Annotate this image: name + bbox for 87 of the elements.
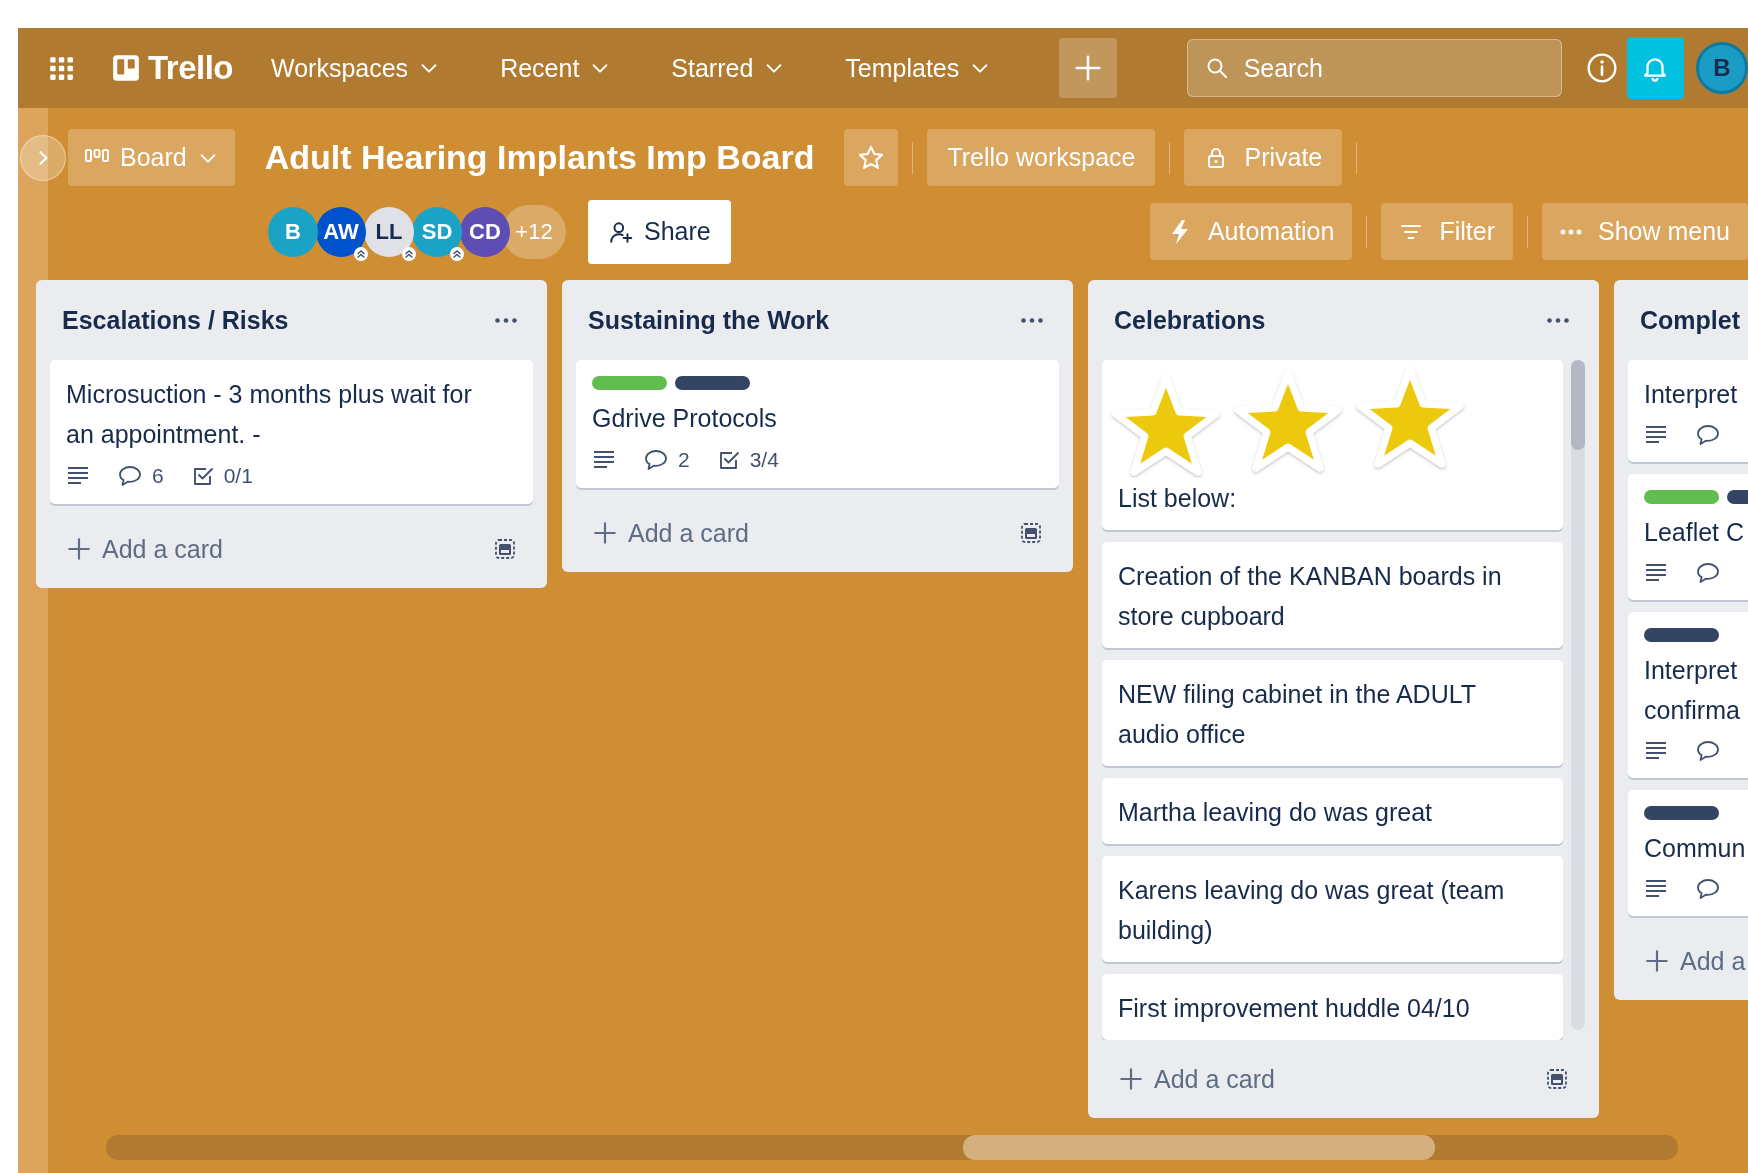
member-avatar[interactable]: CD — [460, 206, 510, 257]
admin-chevrons-icon — [354, 246, 368, 261]
comment-icon — [1696, 878, 1720, 900]
nav-menu-button[interactable]: Templates — [833, 45, 1004, 91]
card-title: Creation of the KANBAN boards in store cupboard — [1118, 561, 1503, 632]
list-title[interactable]: Escalations / Risks — [62, 305, 289, 335]
card-title: Commun — [1644, 833, 1747, 864]
list-title[interactable]: Sustaining the Work — [588, 305, 830, 335]
comment-icon — [644, 449, 668, 471]
comment-icon — [118, 465, 142, 487]
card[interactable]: Microsuction - 3 months plus wait for an appointment. - 6 0/1 — [50, 360, 533, 504]
card-title: First improvement huddle 04/10 — [1118, 993, 1471, 1024]
plus-icon — [1118, 1066, 1144, 1092]
card-template-icon — [1019, 521, 1043, 545]
card-label[interactable] — [1644, 628, 1719, 642]
description-icon — [1644, 562, 1668, 584]
card-title: NEW filing cabinet in the ADULT audio office — [1118, 679, 1477, 750]
card-title: Interpret confirma — [1644, 655, 1741, 726]
admin-chevrons-icon — [402, 246, 416, 261]
add-card-button[interactable]: Add a — [1644, 946, 1746, 976]
description-icon — [66, 465, 90, 487]
card[interactable]: Commun — [1628, 790, 1748, 916]
plus-icon — [592, 520, 618, 546]
checklist-count: 3/4 — [749, 448, 779, 472]
description-icon — [1644, 424, 1668, 446]
vertical-scrollbar[interactable] — [1571, 360, 1585, 1030]
template-button[interactable] — [1019, 521, 1043, 545]
comments-count: 6 — [152, 464, 164, 488]
plus-icon — [66, 536, 92, 562]
card[interactable]: Interpret confirma — [1628, 612, 1748, 778]
card-label[interactable] — [1644, 806, 1719, 820]
comment-icon — [1696, 424, 1720, 446]
description-icon — [1644, 878, 1668, 900]
more-dots-icon — [495, 317, 517, 323]
card[interactable]: NEW filing cabinet in the ADULT audio office — [1102, 660, 1563, 766]
app-grid-icon — [48, 55, 74, 81]
horizontal-scrollbar[interactable] — [106, 1135, 1678, 1160]
checklist-count: 0/1 — [223, 464, 253, 488]
more-dots-icon — [1021, 317, 1043, 323]
nav-menu-button[interactable]: Recent — [488, 45, 624, 91]
create-button[interactable] — [1059, 38, 1117, 98]
star-icon — [857, 143, 886, 172]
nav-menu-button[interactable]: Starred — [659, 45, 798, 91]
template-button[interactable] — [1545, 1067, 1569, 1091]
nav-menu-button[interactable]: Workspaces — [259, 45, 453, 91]
card-title: Leaflet C — [1644, 517, 1746, 548]
comment-icon — [1696, 562, 1720, 584]
card-title: List below: — [1118, 483, 1238, 514]
card[interactable]: First improvement huddle 04/10 — [1102, 974, 1563, 1040]
add-card-button[interactable]: Add a card — [1118, 1064, 1275, 1094]
card-template-icon — [1545, 1067, 1569, 1091]
trello-logo-icon — [112, 54, 140, 82]
card[interactable]: List below: — [1102, 360, 1563, 530]
card-label[interactable] — [675, 376, 750, 390]
plus-icon — [1644, 948, 1670, 974]
card-title: Martha leaving do was great — [1118, 797, 1434, 828]
card[interactable]: Karens leaving do was great (team building) — [1102, 856, 1563, 962]
checkbox-icon — [191, 465, 214, 487]
card[interactable]: Creation of the KANBAN boards in store cupboard — [1102, 542, 1563, 648]
card-title: Interpret — [1644, 379, 1739, 410]
star-board-button[interactable] — [844, 129, 899, 186]
card-title: Gdrive Protocols — [592, 403, 778, 434]
more-dots-icon — [1559, 228, 1582, 235]
card[interactable]: Martha leaving do was great — [1102, 778, 1563, 844]
description-icon — [592, 449, 616, 471]
trello-logo[interactable]: Trello — [112, 49, 234, 87]
list-title[interactable]: Complet — [1640, 305, 1740, 335]
add-card-button[interactable]: Add a card — [592, 518, 749, 548]
account-avatar[interactable]: B — [1696, 42, 1748, 94]
card[interactable]: Interpret — [1628, 360, 1748, 462]
share-button[interactable]: Share — [588, 199, 731, 264]
checkbox-icon — [717, 449, 740, 471]
comment-icon — [1696, 740, 1720, 762]
add-card-button[interactable]: Add a card — [66, 534, 223, 564]
card[interactable]: Leaflet C — [1628, 474, 1748, 600]
description-icon — [1644, 740, 1668, 762]
notifications-button[interactable] — [1626, 37, 1684, 99]
admin-chevrons-icon — [450, 246, 464, 261]
comments-count: 2 — [678, 448, 690, 472]
list-title[interactable]: Celebrations — [1114, 305, 1266, 335]
info-icon — [1585, 52, 1618, 84]
card-template-icon — [493, 537, 517, 561]
card-title: Microsuction - 3 months plus wait for an appointment. - — [66, 379, 473, 450]
card[interactable]: Gdrive Protocols 2 3/4 — [576, 360, 1059, 488]
card-title: Karens leaving do was great (team building) — [1118, 875, 1506, 946]
template-button[interactable] — [493, 537, 517, 561]
more-dots-icon — [1547, 317, 1569, 323]
